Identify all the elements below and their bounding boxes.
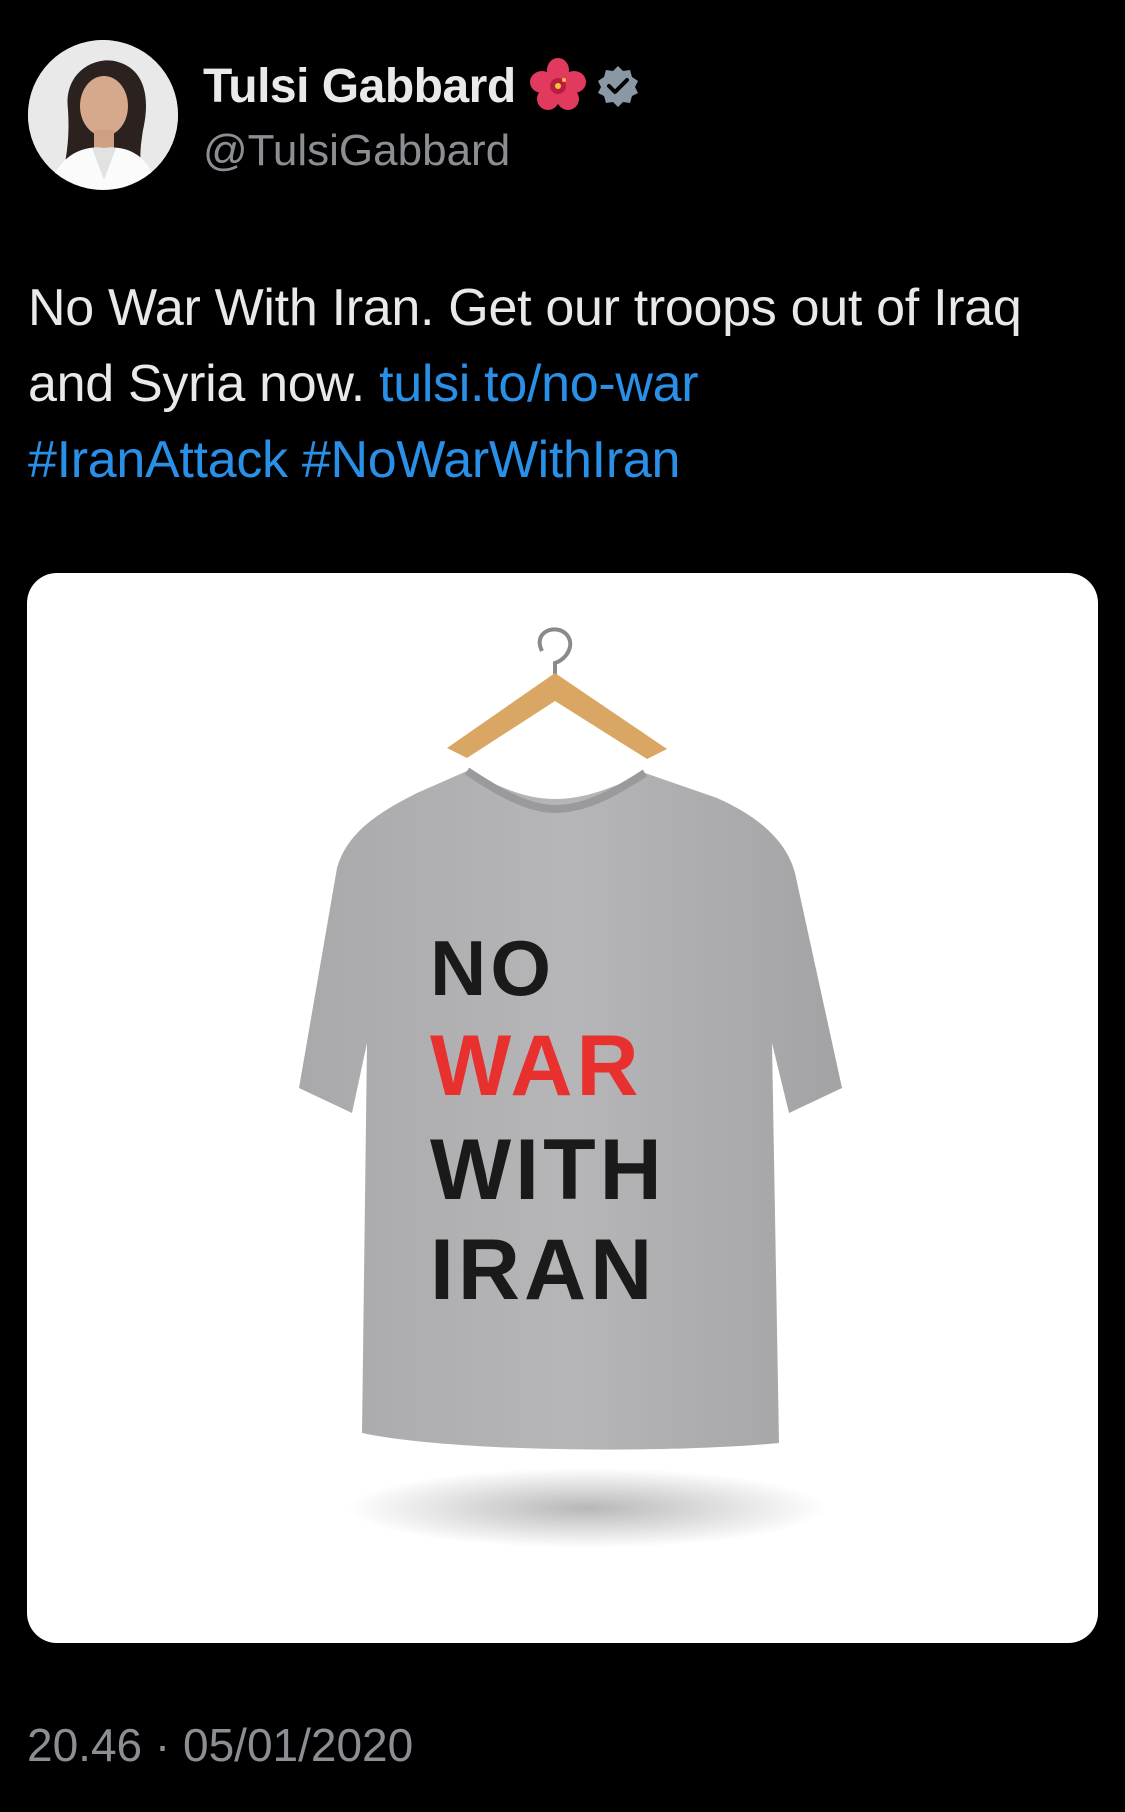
tweet-media[interactable]: NO WAR WITH IRAN	[27, 573, 1098, 1643]
shirt-text-no: NO	[430, 924, 555, 1012]
hanger-wood	[447, 673, 667, 759]
shirt-text-with: WITH	[430, 1122, 666, 1218]
shirt-text-war: WAR	[430, 1018, 643, 1114]
name-row: Tulsi Gabbard	[203, 56, 640, 116]
hashtag-iranattack[interactable]: #IranAttack	[28, 431, 288, 489]
user-handle[interactable]: @TulsiGabbard	[203, 126, 510, 176]
tweet-header: Tulsi Gabbard @TulsiGabbard	[28, 40, 1088, 200]
shirt-text-iran: IRAN	[430, 1222, 656, 1318]
avatar-image	[28, 40, 178, 190]
hibiscus-flower-icon	[528, 56, 588, 116]
tweet-link[interactable]: tulsi.to/no-war	[379, 355, 698, 413]
avatar[interactable]	[28, 40, 178, 190]
hanger-hook	[537, 627, 573, 675]
hashtag-nowarwithiran[interactable]: #NoWarWithIran	[302, 431, 680, 489]
tweet-timestamp[interactable]: 20.46 · 05/01/2020	[27, 1718, 413, 1772]
display-name[interactable]: Tulsi Gabbard	[203, 59, 516, 114]
verified-badge-icon	[596, 64, 640, 108]
tweet-text: No War With Iran. Get our troops out of …	[28, 270, 1098, 498]
tshirt-image: NO WAR WITH IRAN	[299, 627, 842, 1548]
